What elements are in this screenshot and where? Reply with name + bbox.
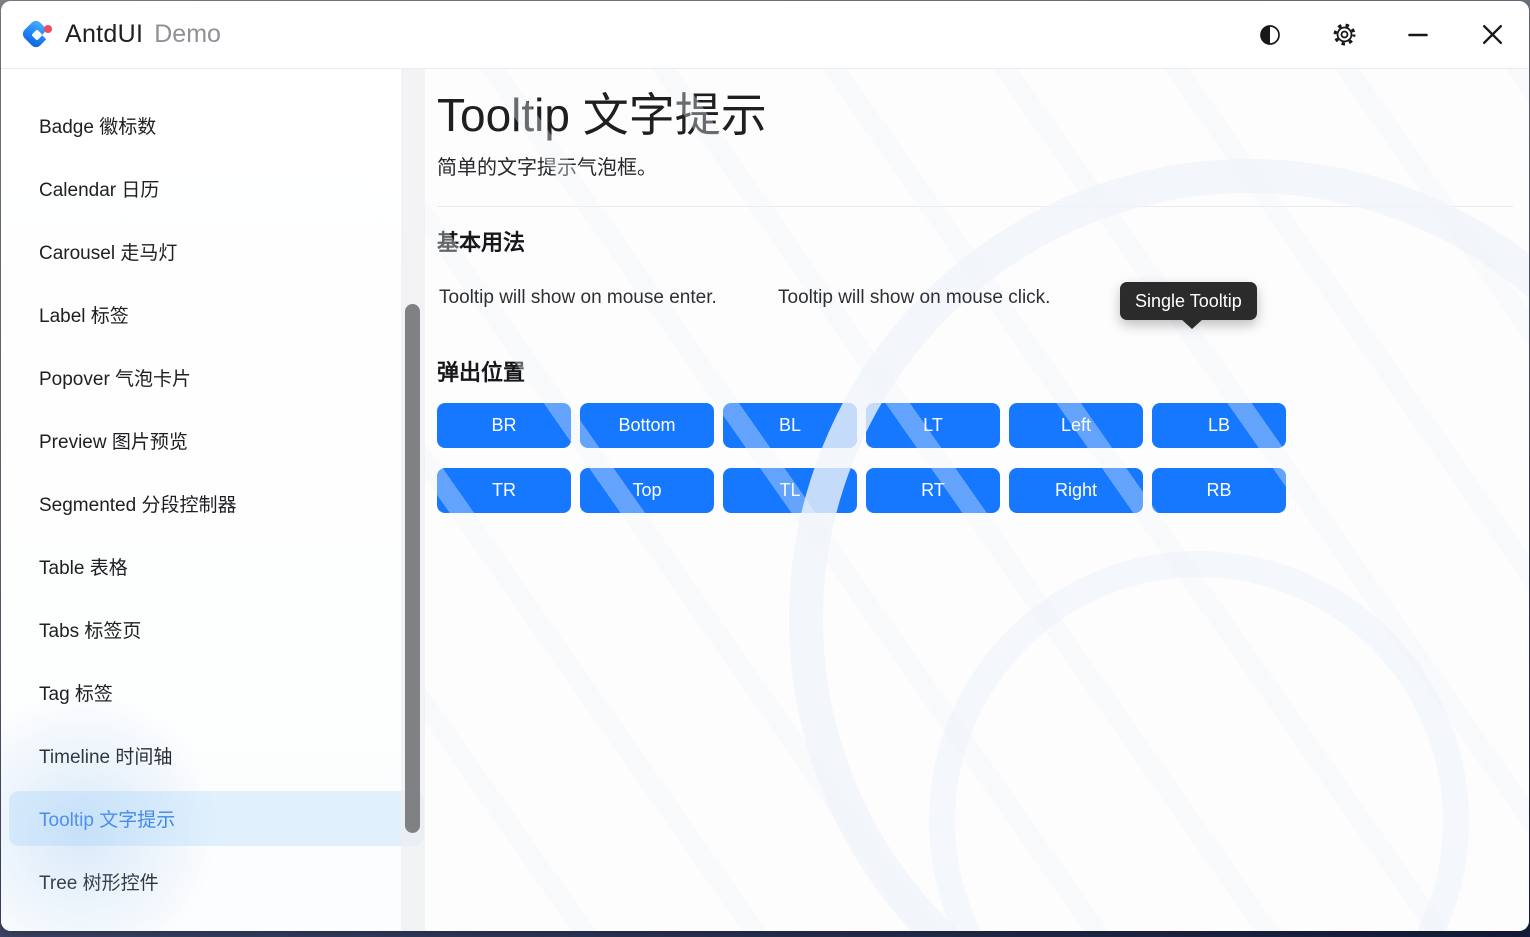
sidebar-item-tooltip-selected[interactable]: Tooltip 文字提示: [9, 791, 424, 846]
sidebar-scrollbar-thumb[interactable]: [405, 304, 420, 833]
sidebar-item-label: Segmented 分段控制器: [39, 490, 236, 517]
theme-toggle-button[interactable]: [1233, 1, 1307, 68]
tooltip-demo-row: Tooltip will show on mouse enter. Toolti…: [437, 287, 1513, 313]
sidebar-item-label: Preview 图片预览: [39, 427, 188, 454]
placement-button-top[interactable]: Top: [580, 468, 714, 513]
placement-button-bl[interactable]: BL: [723, 403, 857, 448]
placement-button-tl[interactable]: TL: [723, 468, 857, 513]
placement-button-grid: BR Bottom BL LT Left LB TR Top TL RT Rig…: [437, 403, 1513, 513]
page-subtitle: 简单的文字提示气泡框。: [437, 156, 1513, 180]
sidebar-item-label: Badge 徽标数: [39, 112, 156, 139]
minimize-button[interactable]: [1381, 1, 1455, 68]
sidebar-item-label: Tree 树形控件: [39, 868, 159, 895]
background-watermark-circle: [929, 551, 1469, 931]
app-title: AntdUI: [65, 20, 143, 49]
app-window: AntdUI Demo: [1, 1, 1529, 931]
sidebar-item-label[interactable]: Label 标签: [1, 283, 425, 346]
app-logo-icon: [21, 19, 53, 51]
sidebar-item-tabs[interactable]: Tabs 标签页: [1, 598, 425, 661]
close-button[interactable]: [1455, 1, 1529, 68]
section-heading-basic: 基本用法: [437, 229, 1513, 257]
sidebar-item-label: Carousel 走马灯: [39, 238, 177, 265]
gear-icon: [1332, 22, 1357, 47]
sidebar-item-label: Popover 气泡卡片: [39, 364, 191, 391]
sidebar-item-label: Calendar 日历: [39, 175, 159, 202]
section-heading-placement: 弹出位置: [437, 359, 1513, 387]
page-title: Tooltip 文字提示: [437, 87, 1513, 143]
close-icon: [1480, 22, 1505, 47]
background-watermark-circle: [789, 159, 1529, 931]
placement-button-right[interactable]: Right: [1009, 468, 1143, 513]
sidebar-item-tag[interactable]: Tag 标签: [1, 661, 425, 724]
placement-button-br[interactable]: BR: [437, 403, 571, 448]
header-divider: [437, 206, 1513, 207]
minimize-icon: [1406, 23, 1430, 47]
sidebar-item-label: Tabs 标签页: [39, 616, 141, 643]
tooltip-click-target[interactable]: Tooltip will show on mouse click.: [778, 287, 1050, 309]
app-subtitle: Demo: [154, 20, 221, 49]
placement-button-bottom[interactable]: Bottom: [580, 403, 714, 448]
placement-button-left[interactable]: Left: [1009, 403, 1143, 448]
contrast-icon: [1258, 23, 1282, 47]
main-content: Tooltip 文字提示 简单的文字提示气泡框。 基本用法 Tooltip wi…: [425, 69, 1529, 931]
placement-button-tr[interactable]: TR: [437, 468, 571, 513]
placement-button-rb[interactable]: RB: [1152, 468, 1286, 513]
sidebar-item-segmented[interactable]: Segmented 分段控制器: [1, 472, 425, 535]
sidebar-item-preview[interactable]: Preview 图片预览: [1, 409, 425, 472]
sidebar-item-label: Label 标签: [39, 301, 129, 328]
sidebar-item-table[interactable]: Table 表格: [1, 535, 425, 598]
titlebar-actions: [1233, 1, 1529, 68]
sidebar-item-label: Table 表格: [39, 553, 128, 580]
sidebar-item-timeline[interactable]: Timeline 时间轴: [1, 724, 425, 787]
sidebar-item-label: Timeline 时间轴: [39, 742, 172, 769]
placement-button-rt[interactable]: RT: [866, 468, 1000, 513]
sidebar-item-popover[interactable]: Popover 气泡卡片: [1, 346, 425, 409]
sidebar-item-carousel[interactable]: Carousel 走马灯: [1, 220, 425, 283]
placement-button-lb[interactable]: LB: [1152, 403, 1286, 448]
sidebar-scrollbar-track[interactable]: [401, 69, 425, 931]
sidebar-item-calendar[interactable]: Calendar 日历: [1, 157, 425, 220]
settings-button[interactable]: [1307, 1, 1381, 68]
sidebar-item-label: Tooltip 文字提示: [39, 805, 175, 832]
sidebar-nav: Badge 徽标数 Calendar 日历 Carousel 走马灯 Label…: [1, 69, 425, 931]
sidebar-item-label: Tag 标签: [39, 679, 113, 706]
tooltip-bubble: Single Tooltip: [1120, 282, 1257, 320]
titlebar: AntdUI Demo: [1, 1, 1529, 69]
sidebar-item-badge[interactable]: Badge 徽标数: [1, 94, 425, 157]
sidebar-item-tree[interactable]: Tree 树形控件: [1, 850, 425, 913]
placement-button-lt[interactable]: LT: [866, 403, 1000, 448]
tooltip-hover-target[interactable]: Tooltip will show on mouse enter.: [439, 287, 717, 309]
